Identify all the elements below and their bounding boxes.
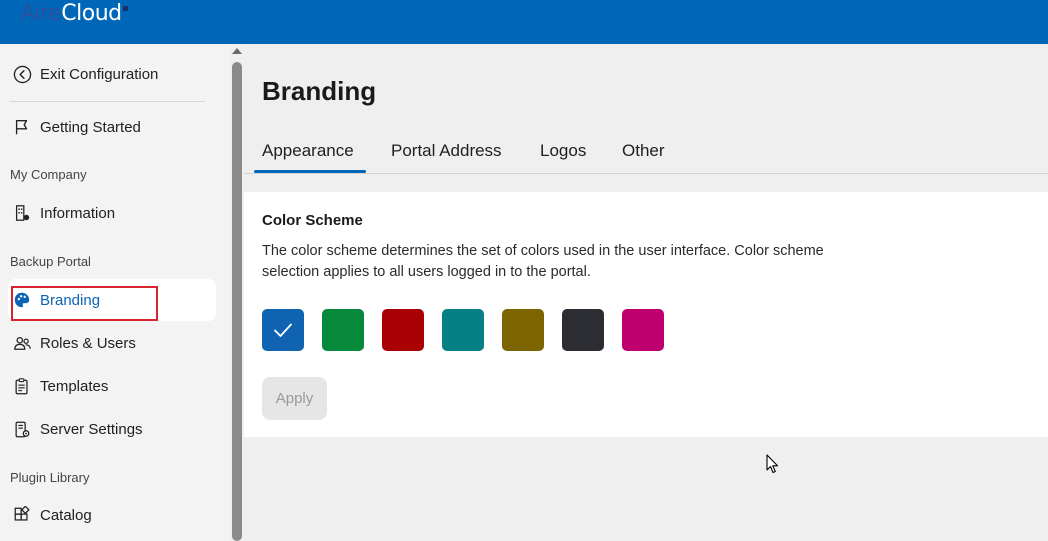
brand-logo[interactable]: AireCloud xyxy=(20,1,128,27)
clipboard-icon xyxy=(12,376,32,396)
color-swatch[interactable] xyxy=(382,309,424,351)
flag-icon xyxy=(12,117,32,137)
annotation-highlight-box xyxy=(11,286,158,321)
color-swatch[interactable] xyxy=(622,309,664,351)
exit-configuration-label: Exit Configuration xyxy=(40,65,159,83)
sidebar-item-label: Getting Started xyxy=(40,118,141,136)
active-tab-indicator xyxy=(254,170,366,173)
page-title: Branding xyxy=(262,76,377,106)
server-gear-icon xyxy=(12,419,32,439)
color-swatch[interactable] xyxy=(562,309,604,351)
users-icon xyxy=(12,333,32,353)
checkmark-icon xyxy=(274,323,292,337)
logo-text-part1: Aire xyxy=(20,1,62,26)
sidebar-item-information[interactable]: Information xyxy=(8,192,216,234)
building-icon xyxy=(12,203,32,223)
mouse-cursor-icon xyxy=(766,454,780,479)
sidebar-item-label: Server Settings xyxy=(40,420,143,438)
sidebar-divider xyxy=(10,101,205,102)
tab-other[interactable]: Other xyxy=(622,141,665,161)
color-scheme-description: The color scheme determines the set of c… xyxy=(262,243,824,280)
sidebar-item-catalog[interactable]: Catalog xyxy=(8,494,216,536)
sidebar-item-templates[interactable]: Templates xyxy=(8,365,216,407)
section-label-my-company: My Company xyxy=(10,167,87,182)
sidebar-item-roles-users[interactable]: Roles & Users xyxy=(8,322,216,364)
apps-icon xyxy=(12,505,32,525)
sidebar-item-label: Roles & Users xyxy=(40,334,136,352)
logo-mark xyxy=(122,6,128,11)
section-label-plugin-library: Plugin Library xyxy=(10,470,90,485)
color-scheme-title: Color Scheme xyxy=(262,212,363,229)
sidebar-item-label: Catalog xyxy=(40,506,92,524)
color-swatch[interactable] xyxy=(502,309,544,351)
sidebar-item-getting-started[interactable]: Getting Started xyxy=(8,106,216,148)
section-label-backup-portal: Backup Portal xyxy=(10,254,91,269)
tab-appearance[interactable]: Appearance xyxy=(262,141,354,161)
color-swatch[interactable] xyxy=(442,309,484,351)
sidebar-item-label: Templates xyxy=(40,377,109,395)
logo-text-part2: Cloud xyxy=(61,1,122,26)
color-swatch[interactable] xyxy=(322,309,364,351)
top-bar: AireCloud xyxy=(0,0,1048,44)
scrollbar-thumb[interactable] xyxy=(232,62,242,541)
tabs-divider xyxy=(244,173,1048,174)
color-swatch[interactable] xyxy=(262,309,304,351)
exit-configuration-button[interactable]: Exit Configuration xyxy=(8,53,216,95)
tab-logos[interactable]: Logos xyxy=(540,141,586,161)
tab-portal-address[interactable]: Portal Address xyxy=(391,141,502,161)
sidebar-item-server-settings[interactable]: Server Settings xyxy=(8,408,216,450)
apply-button[interactable]: Apply xyxy=(262,377,327,420)
back-circle-icon xyxy=(12,64,32,84)
scroll-up-arrow-icon[interactable] xyxy=(232,48,242,54)
sidebar-item-label: Information xyxy=(40,204,116,222)
